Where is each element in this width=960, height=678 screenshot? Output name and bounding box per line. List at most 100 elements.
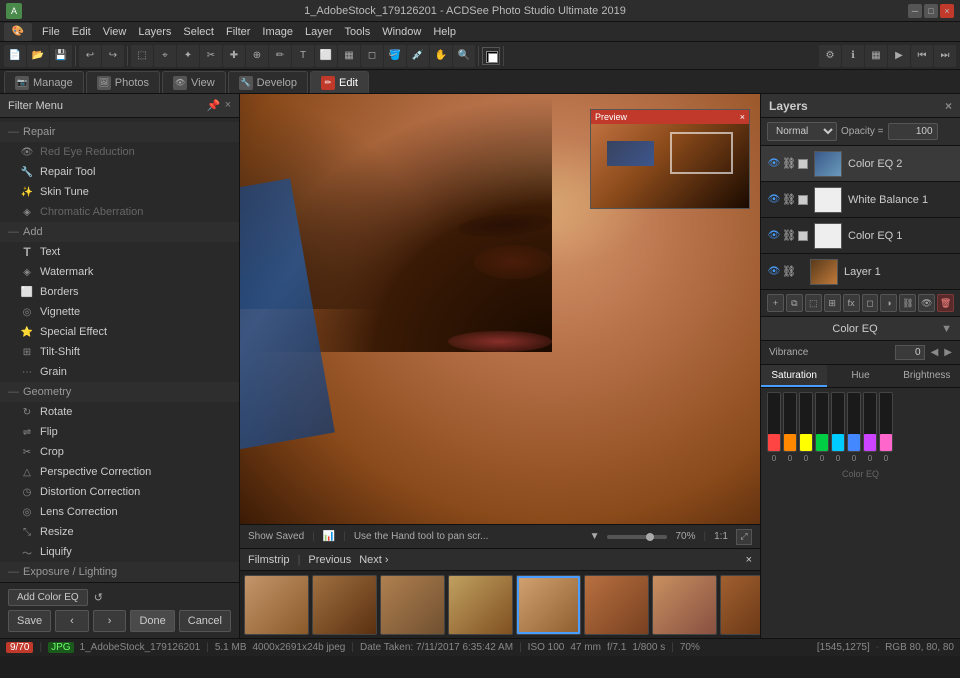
- layer-row-layer1[interactable]: 👁 ⛓ Layer 1: [761, 254, 960, 290]
- color-eq-collapse-btn[interactable]: ▼: [941, 323, 952, 335]
- layer-vis-1[interactable]: 👁: [767, 157, 781, 171]
- layer-vis-3[interactable]: 👁: [767, 229, 781, 243]
- filter-scroll[interactable]: — Repair 👁 Red Eye Reduction 🔧 Repair To…: [0, 118, 239, 582]
- filmstrip-thumb-7[interactable]: [652, 575, 717, 635]
- tab-photos[interactable]: 🖼 Photos: [86, 71, 160, 93]
- select-btn[interactable]: ⬚: [131, 45, 153, 67]
- filmstrip-thumb-4[interactable]: [448, 575, 513, 635]
- opacity-input[interactable]: [888, 123, 938, 140]
- filter-text[interactable]: T Text: [0, 242, 239, 262]
- window-controls[interactable]: ─ □ ×: [908, 4, 954, 18]
- blend-mode-select[interactable]: Normal Multiply Screen: [767, 122, 837, 141]
- color-bar-cyan-wrap[interactable]: [831, 392, 845, 452]
- prev-nav-btn[interactable]: ‹: [55, 610, 89, 632]
- menu-filter[interactable]: Filter: [220, 22, 256, 42]
- clone-btn[interactable]: ⊕: [246, 45, 268, 67]
- filmstrip-prev-btn[interactable]: Previous: [308, 554, 351, 566]
- menu-layers[interactable]: Layers: [132, 22, 177, 42]
- filter-perspective[interactable]: △ Perspective Correction: [0, 462, 239, 482]
- layer-row-color-eq-1[interactable]: 👁 ⛓ Color EQ 1: [761, 218, 960, 254]
- eq-tab-saturation[interactable]: Saturation: [761, 365, 827, 387]
- canvas-bg[interactable]: Preview ×: [240, 94, 760, 524]
- minimize-btn[interactable]: ─: [908, 4, 922, 18]
- layer-new-btn[interactable]: +: [767, 294, 784, 312]
- tab-develop[interactable]: 🔧 Develop: [228, 71, 308, 93]
- menu-file[interactable]: File: [36, 22, 66, 42]
- zoom-down-icon[interactable]: ▼: [590, 531, 600, 542]
- undo-btn[interactable]: ↩: [79, 45, 101, 67]
- layer-adj-btn[interactable]: ◑: [880, 294, 897, 312]
- layer-merge-btn[interactable]: ⊞: [824, 294, 841, 312]
- filter-skin-tune[interactable]: ✨ Skin Tune: [0, 182, 239, 202]
- redo-btn[interactable]: ↪: [102, 45, 124, 67]
- prev-frame[interactable]: ⏮: [911, 45, 933, 67]
- layer-vis-2[interactable]: 👁: [767, 193, 781, 207]
- filter-menu-pin[interactable]: 📌: [207, 99, 221, 112]
- layer-fx-btn[interactable]: fx: [843, 294, 860, 312]
- save-tb-btn[interactable]: 💾: [50, 45, 72, 67]
- color-bar-red-wrap[interactable]: [767, 392, 781, 452]
- filter-rotate[interactable]: ↻ Rotate: [0, 402, 239, 422]
- filter-crop[interactable]: ✂ Crop: [0, 442, 239, 462]
- vibrance-step-up-btn[interactable]: ▶: [944, 347, 952, 358]
- fit-btn[interactable]: ⤢: [736, 529, 752, 545]
- color-bar-purple-wrap[interactable]: [863, 392, 877, 452]
- filter-repair-tool[interactable]: 🔧 Repair Tool: [0, 162, 239, 182]
- next-frame[interactable]: ⏭: [934, 45, 956, 67]
- layer-mask-btn[interactable]: ◻: [862, 294, 879, 312]
- menu-help[interactable]: Help: [427, 22, 462, 42]
- menu-view[interactable]: View: [97, 22, 133, 42]
- tab-view[interactable]: 👁 View: [162, 71, 226, 93]
- close-btn[interactable]: ×: [940, 4, 954, 18]
- magic-btn[interactable]: ✦: [177, 45, 199, 67]
- layers-close-btn[interactable]: ×: [945, 99, 952, 113]
- cancel-button[interactable]: Cancel: [179, 610, 231, 632]
- filmstrip-thumb-3[interactable]: [380, 575, 445, 635]
- filter-flip[interactable]: ⇌ Flip: [0, 422, 239, 442]
- zoom-slider[interactable]: [607, 535, 667, 539]
- layer-link-btn[interactable]: ⛓: [899, 294, 916, 312]
- layer-dup-btn[interactable]: ⧉: [786, 294, 803, 312]
- layer-vis-4[interactable]: 👁: [767, 265, 781, 279]
- histogram-btn[interactable]: ▦: [865, 45, 887, 67]
- mini-preview-close-btn[interactable]: ×: [740, 112, 745, 122]
- tab-edit[interactable]: ✏ Edit: [310, 71, 369, 93]
- filter-menu-close[interactable]: ×: [225, 99, 231, 112]
- filmstrip-thumb-6[interactable]: [584, 575, 649, 635]
- filter-lens-correction[interactable]: ◎ Lens Correction: [0, 502, 239, 522]
- gradient-btn[interactable]: ▦: [338, 45, 360, 67]
- filter-watermark[interactable]: ◈ Watermark: [0, 262, 239, 282]
- hand-btn[interactable]: ✋: [430, 45, 452, 67]
- info-btn[interactable]: ℹ: [842, 45, 864, 67]
- bg-color-swatch[interactable]: [482, 47, 500, 65]
- menu-select[interactable]: Select: [177, 22, 220, 42]
- layer-vis-btn[interactable]: 👁: [918, 294, 935, 312]
- play-btn[interactable]: ▶: [888, 45, 910, 67]
- layer-delete-btn[interactable]: 🗑: [937, 294, 954, 312]
- filter-borders[interactable]: ⬜ Borders: [0, 282, 239, 302]
- menu-tools[interactable]: Tools: [339, 22, 377, 42]
- filter-tilt-shift[interactable]: ⊞ Tilt-Shift: [0, 342, 239, 362]
- vibrance-step-btn[interactable]: ◀: [931, 347, 939, 358]
- next-nav-btn[interactable]: ›: [93, 610, 127, 632]
- filter-grain[interactable]: ⋯ Grain: [0, 362, 239, 382]
- section-geometry[interactable]: — Geometry: [0, 382, 239, 402]
- eraser-btn[interactable]: ◻: [361, 45, 383, 67]
- filmstrip-close-btn[interactable]: ×: [746, 554, 752, 566]
- tab-manage[interactable]: 📷 Manage: [4, 71, 84, 93]
- menu-window[interactable]: Window: [376, 22, 427, 42]
- zoom-tool-btn[interactable]: 🔍: [453, 45, 475, 67]
- eq-tab-hue[interactable]: Hue: [827, 365, 893, 387]
- heal-btn[interactable]: ✚: [223, 45, 245, 67]
- filter-special-effect[interactable]: ⭐ Special Effect: [0, 322, 239, 342]
- show-saved-btn[interactable]: Show Saved: [248, 531, 304, 542]
- open-btn[interactable]: 📂: [27, 45, 49, 67]
- filter-distortion[interactable]: ◷ Distortion Correction: [0, 482, 239, 502]
- new-btn[interactable]: 📄: [4, 45, 26, 67]
- color-bar-green-wrap[interactable]: [815, 392, 829, 452]
- filter-chromatic[interactable]: ◈ Chromatic Aberration: [0, 202, 239, 222]
- layer-row-white-balance[interactable]: 👁 ⛓ White Balance 1: [761, 182, 960, 218]
- save-button[interactable]: Save: [8, 610, 51, 632]
- brush-btn[interactable]: ✏: [269, 45, 291, 67]
- reset-icon[interactable]: ↺: [94, 591, 103, 604]
